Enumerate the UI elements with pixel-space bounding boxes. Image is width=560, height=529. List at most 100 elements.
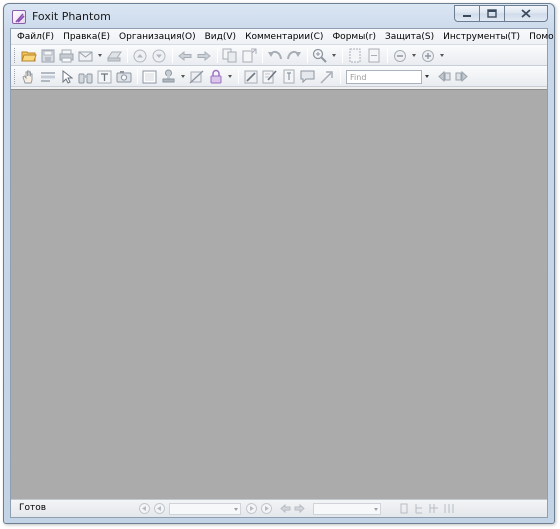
security-dropdown[interactable]: [226, 68, 233, 85]
stamp-button[interactable]: [160, 68, 177, 85]
menu-file[interactable]: Файл(F): [17, 32, 54, 42]
toolbar-separator: [217, 48, 218, 63]
last-page-icon: [265, 506, 269, 511]
scan-button[interactable]: [105, 47, 122, 64]
note-button[interactable]: [299, 68, 316, 85]
text-select-button[interactable]: [39, 68, 56, 85]
zoom-level-dropdown-arrow: [374, 508, 378, 511]
find-input[interactable]: Find: [346, 69, 422, 84]
pencil-button[interactable]: [242, 68, 259, 85]
select-tool-button[interactable]: [58, 68, 75, 85]
camera-icon: [116, 71, 131, 83]
zoom-level-field[interactable]: [313, 503, 381, 515]
main-toolbar: [11, 45, 547, 66]
back-arrow-icon: [177, 50, 191, 61]
extract-pages-button[interactable]: [221, 47, 238, 64]
menu-view[interactable]: Вид(V): [205, 32, 236, 42]
find-previous-button[interactable]: [435, 68, 452, 85]
toolbar-separator: [127, 48, 128, 63]
open-button[interactable]: [20, 47, 37, 64]
zoom-out-button[interactable]: [391, 47, 408, 64]
title-bar[interactable]: Foxit Phantom: [4, 4, 554, 28]
insert-pages-button[interactable]: [240, 47, 257, 64]
stamp-dropdown[interactable]: [179, 68, 186, 85]
menu-edit[interactable]: Правка(E): [63, 32, 110, 42]
up-arrow-icon: [133, 49, 146, 62]
image-tool-button[interactable]: [115, 68, 132, 85]
email-button[interactable]: [77, 47, 94, 64]
previous-page-icon: [157, 506, 161, 511]
edit-document-icon: [262, 70, 277, 84]
typewriter-button[interactable]: [96, 68, 113, 85]
menu-help[interactable]: Помощь(H): [529, 32, 554, 42]
zoom-in-button[interactable]: [311, 47, 328, 64]
menu-forms[interactable]: Формы(r): [332, 32, 376, 42]
cursor-arrow-icon: [62, 69, 73, 84]
undo-icon: [267, 50, 282, 60]
menu-tools[interactable]: Инструменты(T): [443, 32, 520, 42]
find-next-button[interactable]: [454, 68, 471, 85]
close-button[interactable]: [504, 5, 548, 22]
zoom-dropdown[interactable]: [330, 47, 337, 64]
continuous-page-icon: [415, 504, 422, 514]
fit-width-button[interactable]: [365, 47, 382, 64]
status-forward-button[interactable]: [294, 503, 305, 517]
email-dropdown[interactable]: [96, 47, 103, 64]
page-number-dropdown-arrow: [234, 508, 238, 511]
status-back-button[interactable]: [280, 503, 291, 517]
open-folder-icon: [20, 51, 37, 61]
zoom-in-icon: [421, 49, 434, 62]
status-bar: Готов: [11, 499, 547, 517]
print-button[interactable]: [58, 47, 75, 64]
toolbar-separator: [238, 69, 239, 84]
toolbar-separator: [172, 48, 173, 63]
continuous-facing-view-button[interactable]: [444, 503, 454, 517]
edit-document-button[interactable]: [261, 68, 278, 85]
maximize-button[interactable]: [479, 5, 505, 22]
back-arrow-icon: [280, 503, 291, 514]
previous-page-button[interactable]: [131, 47, 148, 64]
hand-icon: [22, 70, 33, 84]
fit-page-button[interactable]: [346, 47, 363, 64]
find-next-icon: [455, 70, 468, 83]
zoom-in-plus-button[interactable]: [419, 47, 436, 64]
document-area[interactable]: [11, 89, 547, 499]
next-page-button[interactable]: [150, 47, 167, 64]
menu-organize[interactable]: Организация(O): [119, 32, 196, 42]
forward-button[interactable]: [195, 47, 212, 64]
form-field-button[interactable]: [280, 68, 297, 85]
find-dropdown[interactable]: [422, 70, 431, 84]
pages-icon: [222, 48, 236, 63]
menu-comments[interactable]: Комментарии(C): [245, 32, 323, 42]
redaction-button[interactable]: [188, 68, 205, 85]
back-button[interactable]: [176, 47, 193, 64]
toolbar-grip[interactable]: [14, 69, 17, 84]
redo-button[interactable]: [285, 47, 302, 64]
continuous-view-button[interactable]: [414, 503, 424, 517]
zoom-in-dropdown[interactable]: [438, 47, 445, 64]
zoom-out-dropdown[interactable]: [410, 47, 417, 64]
next-page-status-button[interactable]: [246, 503, 257, 514]
security-button[interactable]: [207, 68, 224, 85]
rectangle-tool-button[interactable]: [141, 68, 158, 85]
first-page-button[interactable]: [139, 503, 150, 514]
toolbar-grip[interactable]: [14, 48, 17, 63]
page-number-field[interactable]: [169, 503, 241, 515]
arrow-annotation-button[interactable]: [318, 68, 335, 85]
single-page-view-button[interactable]: [399, 503, 409, 517]
typewriter-icon: [97, 70, 112, 83]
menu-protect[interactable]: Защита(S): [385, 32, 434, 42]
save-button[interactable]: [39, 47, 56, 64]
last-page-button[interactable]: [261, 503, 272, 514]
next-page-icon: [250, 506, 254, 511]
minimize-button[interactable]: [454, 5, 480, 22]
rectangle-icon: [142, 70, 157, 83]
previous-page-status-button[interactable]: [154, 503, 165, 514]
undo-button[interactable]: [266, 47, 283, 64]
hand-tool-button[interactable]: [20, 68, 37, 85]
diagonal-arrow-icon: [320, 70, 333, 84]
zoom-out-icon: [393, 49, 406, 62]
snapshot-button[interactable]: [77, 68, 94, 85]
toolbar-separator: [387, 48, 388, 63]
facing-view-button[interactable]: [429, 503, 439, 517]
